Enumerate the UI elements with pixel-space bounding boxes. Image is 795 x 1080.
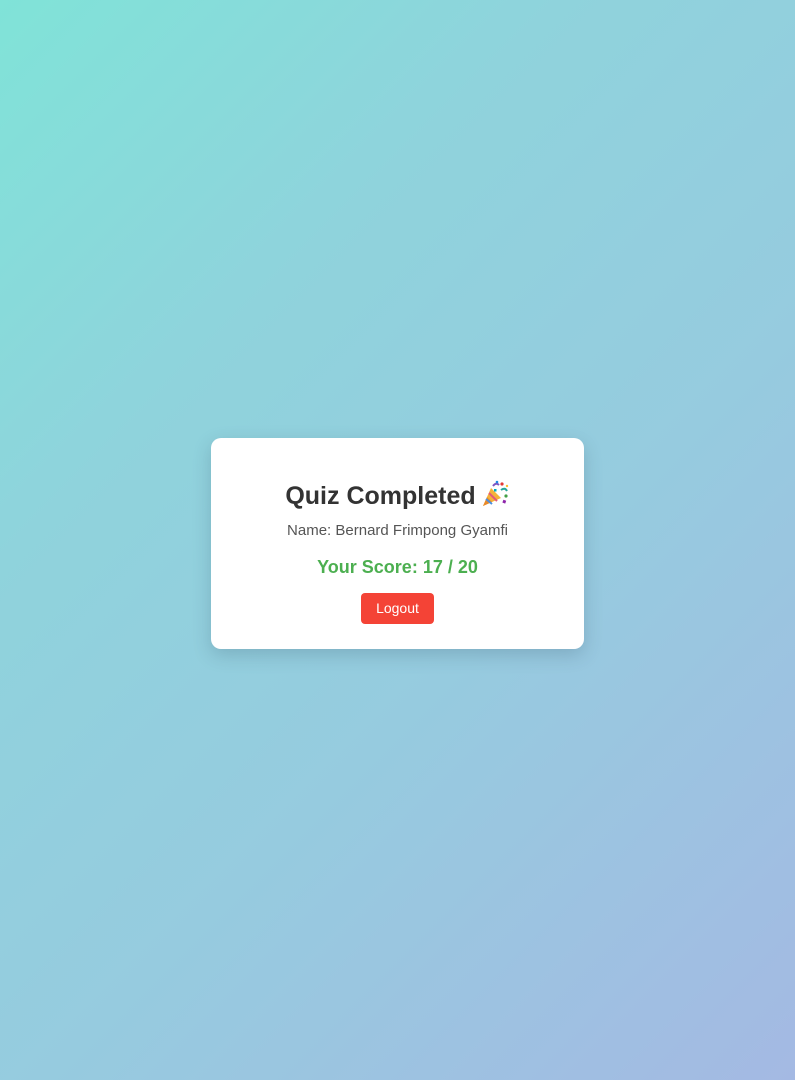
player-name-value: Bernard Frimpong Gyamfi [335,522,508,539]
player-name: Name: Bernard Frimpong Gyamfi [211,522,584,540]
logout-button[interactable]: Logout [361,593,434,624]
quiz-result-card: Quiz Completed Name: Bernard Frimpong Gy… [211,438,584,649]
party-popper-icon [480,480,510,508]
quiz-score-label: Your Score: [317,557,418,577]
quiz-score: Your Score: 17 / 20 [211,556,584,578]
quiz-title: Quiz Completed [211,480,584,511]
quiz-title-text: Quiz Completed [285,482,476,510]
quiz-score-value: 17 / 20 [422,557,478,577]
player-name-label: Name: [287,522,332,539]
